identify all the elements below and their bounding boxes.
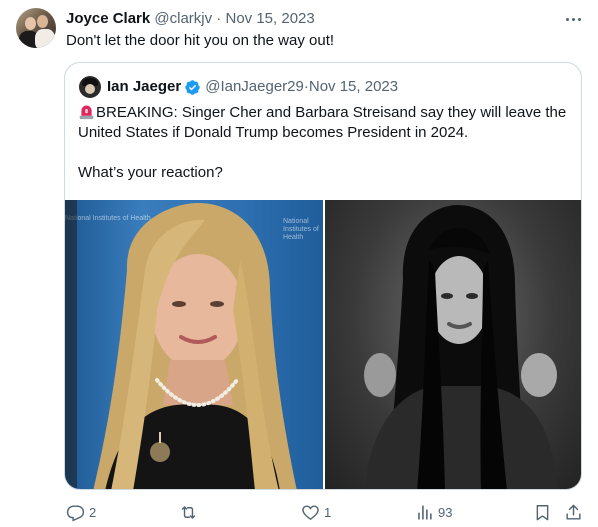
author-name[interactable]: Joyce Clark bbox=[66, 10, 150, 27]
quoted-line-1: BREAKING: Singer Cher and Barbara Streis… bbox=[78, 104, 571, 141]
photo-blonde-illustration bbox=[65, 200, 297, 489]
quoted-date[interactable]: Nov 15, 2023 bbox=[309, 77, 398, 97]
author-handle[interactable]: @clarkjv bbox=[154, 10, 212, 27]
tweet-text: Don't let the door hit you on the way ou… bbox=[66, 32, 335, 49]
tweet-header: Joyce Clark @clarkjv · Nov 15, 2023 bbox=[66, 9, 315, 29]
photo-dark-illustration bbox=[364, 205, 557, 489]
photo-woman-dark-hair[interactable] bbox=[325, 200, 581, 489]
quoted-author-handle[interactable]: @IanJaeger29 bbox=[205, 77, 304, 97]
more-options-icon[interactable] bbox=[562, 9, 584, 29]
reply-icon bbox=[66, 504, 85, 522]
reply-button[interactable]: 2 bbox=[66, 500, 96, 524]
separator: · bbox=[212, 10, 226, 27]
quoted-tweet[interactable]: Ian Jaeger @IanJaeger29 · Nov 15, 2023 B… bbox=[64, 62, 582, 490]
media-grid[interactable]: National Institutes of Health National I… bbox=[65, 200, 581, 489]
analytics-icon bbox=[418, 504, 432, 520]
repost-icon bbox=[181, 505, 196, 519]
bookmark-icon bbox=[536, 504, 549, 520]
tweet[interactable]: Joyce Clark @clarkjv · Nov 15, 2023 Don'… bbox=[0, 0, 598, 527]
views-button[interactable]: 93 bbox=[415, 500, 452, 524]
quoted-author-name[interactable]: Ian Jaeger bbox=[107, 77, 181, 97]
quoted-line-2: What’s your reaction? bbox=[78, 164, 223, 181]
siren-emoji-icon bbox=[79, 105, 94, 120]
photo-woman-blonde[interactable]: National Institutes of Health National I… bbox=[65, 200, 323, 489]
reply-count: 2 bbox=[89, 504, 97, 520]
quoted-text: BREAKING: Singer Cher and Barbara Streis… bbox=[78, 103, 578, 183]
avatar[interactable] bbox=[16, 8, 56, 48]
quoted-avatar[interactable] bbox=[79, 76, 101, 98]
quoted-header: Ian Jaeger @IanJaeger29 · Nov 15, 2023 bbox=[107, 77, 398, 97]
like-count: 1 bbox=[324, 504, 332, 520]
action-bar: 2 1 93 bbox=[0, 500, 598, 524]
repost-button[interactable] bbox=[179, 500, 202, 524]
like-button[interactable]: 1 bbox=[301, 500, 331, 524]
views-count: 93 bbox=[438, 504, 453, 520]
tweet-date[interactable]: Nov 15, 2023 bbox=[225, 10, 314, 27]
heart-icon bbox=[302, 504, 319, 520]
share-icon bbox=[566, 504, 581, 520]
share-button[interactable] bbox=[564, 500, 583, 524]
verified-badge-icon bbox=[185, 79, 200, 95]
bookmark-button[interactable] bbox=[533, 500, 552, 524]
